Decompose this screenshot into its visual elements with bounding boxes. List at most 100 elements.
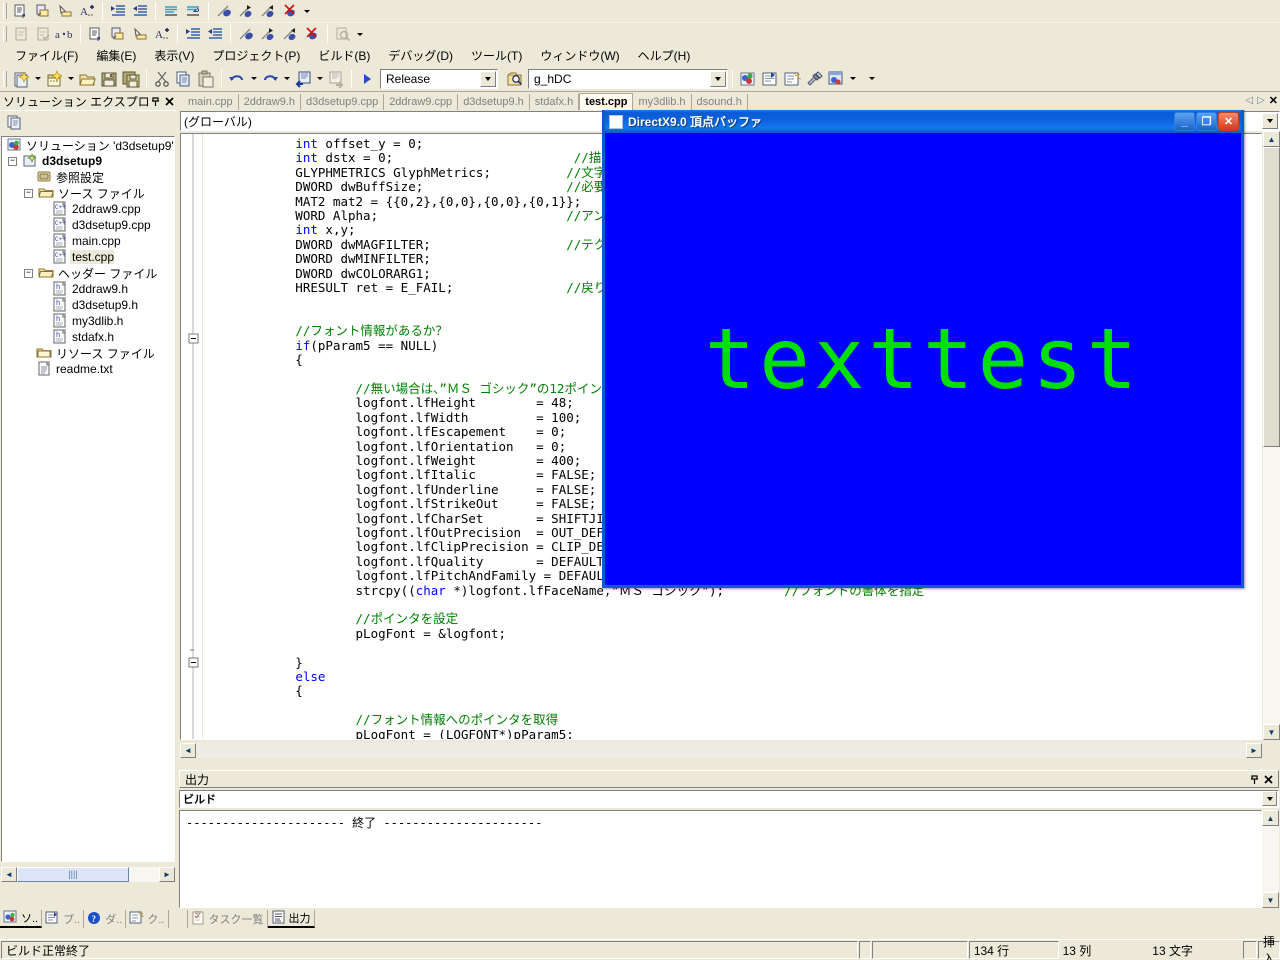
menu-debug[interactable]: デバッグ(D) xyxy=(379,45,462,66)
tree-item-source-files[interactable]: − ソース ファイル xyxy=(2,185,174,201)
tab-close-icon[interactable]: ✕ xyxy=(1269,94,1278,107)
toolbar-overflow2-chevron-down-icon[interactable] xyxy=(866,69,877,89)
clear-all-breakpoints-icon[interactable] xyxy=(279,1,301,21)
directx-canvas[interactable]: texttest xyxy=(605,133,1241,585)
tree-item-d3dsetup9-h[interactable]: h d3dsetup9.h xyxy=(2,297,174,313)
solution-explorer-hscrollbar[interactable]: ◄ |||| ► xyxy=(1,866,175,882)
close-icon[interactable] xyxy=(162,95,176,109)
scroll-down-button[interactable]: ▼ xyxy=(1262,892,1279,908)
show-all-files-icon[interactable] xyxy=(4,112,26,132)
pin-icon[interactable] xyxy=(148,95,162,109)
pin-icon[interactable] xyxy=(1247,772,1261,786)
tree-item-main-cpp[interactable]: C++ main.cpp xyxy=(2,233,174,249)
toolbar-grip[interactable] xyxy=(3,26,7,42)
bottom-tab-task-list[interactable]: タスク一覧 xyxy=(186,910,268,928)
bottom-tab-dynamic-help[interactable]: ? ダ.. xyxy=(84,910,127,928)
toolbox-icon[interactable] xyxy=(803,69,825,89)
find-chevron-down-icon[interactable] xyxy=(710,70,726,87)
editor-vscrollbar[interactable]: ▲ ▼ xyxy=(1263,131,1280,740)
menu-build[interactable]: ビルド(B) xyxy=(309,45,379,66)
configuration-chevron-down-icon[interactable] xyxy=(480,70,496,87)
breakpoint-icon[interactable] xyxy=(235,24,257,44)
output-text[interactable]: ---------------------- 終了 --------------… xyxy=(179,810,1262,908)
redo-icon[interactable] xyxy=(259,69,281,89)
display-line-numbers-icon[interactable] xyxy=(160,1,182,21)
object-browser-icon[interactable] xyxy=(825,69,847,89)
new-project-icon[interactable] xyxy=(43,69,65,89)
menu-window[interactable]: ウィンドウ(W) xyxy=(531,45,628,66)
scroll-left-button[interactable]: ◄ xyxy=(180,742,196,758)
undo-chevron-down-icon[interactable] xyxy=(248,69,259,89)
code-gutter[interactable] xyxy=(181,134,203,739)
tree-item-references[interactable]: 参照設定 xyxy=(2,169,174,185)
new-item-chevron-down-icon[interactable] xyxy=(32,69,43,89)
tab-my3dlib-h[interactable]: my3dlib.h xyxy=(633,94,692,110)
toolbar-grip[interactable] xyxy=(3,3,7,19)
new-item-icon[interactable] xyxy=(10,69,32,89)
close-button[interactable]: ✕ xyxy=(1218,112,1239,131)
find-symbol-icon[interactable] xyxy=(332,24,354,44)
scroll-up-button[interactable]: ▲ xyxy=(1263,131,1280,147)
solution-tree[interactable]: ソリューション 'd3dsetup9' (1 プ − d3dsetup9 参照設… xyxy=(1,136,175,862)
class-view-icon[interactable] xyxy=(781,69,803,89)
save-all-icon[interactable] xyxy=(120,69,142,89)
directx-preview-window[interactable]: DirectX9.0 頂点バッファ _ ❐ ✕ texttest xyxy=(602,110,1244,588)
tab-test-cpp[interactable]: test.cpp xyxy=(579,93,634,110)
undo-icon[interactable] xyxy=(226,69,248,89)
font-size-icon[interactable]: A xyxy=(76,1,98,21)
outdent-icon[interactable] xyxy=(204,24,226,44)
bookmark-icon[interactable] xyxy=(129,24,151,44)
output-source-combo[interactable]: ビルド xyxy=(179,790,1279,808)
menu-project[interactable]: プロジェクト(P) xyxy=(203,45,309,66)
scroll-right-button[interactable]: ► xyxy=(1246,742,1262,758)
copy-icon[interactable] xyxy=(173,69,195,89)
toolbar-overflow-chevron-down-icon[interactable] xyxy=(301,1,312,21)
toolbar-more-chevron-down-icon[interactable] xyxy=(847,69,858,89)
close-icon[interactable] xyxy=(1261,772,1275,786)
scroll-right-button[interactable]: ► xyxy=(159,866,175,882)
word-wrap-icon[interactable] xyxy=(182,1,204,21)
scroll-thumb[interactable]: |||| xyxy=(17,866,129,882)
scope-chevron-down-icon[interactable] xyxy=(1262,113,1278,129)
navigate-back-chevron-down-icon[interactable] xyxy=(314,69,325,89)
scroll-track[interactable] xyxy=(1263,147,1280,724)
toolbar-overflow-chevron-down-icon[interactable] xyxy=(354,24,365,44)
scroll-up-button[interactable]: ▲ xyxy=(1262,810,1279,826)
menu-edit[interactable]: 編集(E) xyxy=(87,45,145,66)
comment-selection-icon[interactable] xyxy=(85,24,107,44)
scroll-down-button[interactable]: ▼ xyxy=(1263,724,1280,740)
paste-icon[interactable] xyxy=(195,69,217,89)
tree-item-d3dsetup9-cpp[interactable]: C++ d3dsetup9.cpp xyxy=(2,217,174,233)
scroll-track[interactable] xyxy=(1262,826,1279,892)
bottom-tab-properties[interactable]: プ.. xyxy=(42,910,85,928)
tree-item-readme-txt[interactable]: readme.txt xyxy=(2,361,174,377)
configuration-combo[interactable]: Release xyxy=(380,68,498,89)
task-list-icon[interactable] xyxy=(10,24,32,44)
increase-indent-icon[interactable] xyxy=(107,1,129,21)
start-debug-icon[interactable] xyxy=(356,69,378,89)
scroll-thumb[interactable] xyxy=(1263,147,1280,447)
redo-chevron-down-icon[interactable] xyxy=(281,69,292,89)
tree-item-test-cpp[interactable]: C++ test.cpp xyxy=(2,249,174,265)
tab-stdafx-h[interactable]: stdafx.h xyxy=(530,94,580,110)
menu-tools[interactable]: ツール(T) xyxy=(462,45,531,66)
toolbar-grip[interactable] xyxy=(3,70,7,87)
toggle-bookmark-icon[interactable] xyxy=(54,1,76,21)
decrease-indent-icon[interactable] xyxy=(129,1,151,21)
bottom-tab-class-view[interactable]: ク.. xyxy=(126,910,169,928)
tab-d3dsetup9-cpp[interactable]: d3dsetup9.cpp xyxy=(301,94,385,110)
tree-item-resource-files[interactable]: リソース ファイル xyxy=(2,345,174,361)
prev-bookmark-icon[interactable] xyxy=(279,24,301,44)
tree-item-2ddraw9-h[interactable]: h 2ddraw9.h xyxy=(2,281,174,297)
output-vscrollbar[interactable]: ▲ ▼ xyxy=(1262,810,1279,908)
uncomment-selection-icon[interactable] xyxy=(107,24,129,44)
tree-item-my3dlib-h[interactable]: h my3dlib.h xyxy=(2,313,174,329)
find-in-files-icon[interactable] xyxy=(504,69,526,89)
tree-item-solution[interactable]: ソリューション 'd3dsetup9' (1 プ xyxy=(2,137,174,153)
tab-d3dsetup9-h[interactable]: d3dsetup9.h xyxy=(458,94,530,110)
tab-2ddraw9-h[interactable]: 2ddraw9.h xyxy=(239,94,302,110)
minimize-button[interactable]: _ xyxy=(1174,112,1195,131)
toggle-breakpoint-icon[interactable] xyxy=(213,1,235,21)
ab-icon[interactable]: ab xyxy=(54,24,76,44)
properties-window-icon[interactable] xyxy=(759,69,781,89)
